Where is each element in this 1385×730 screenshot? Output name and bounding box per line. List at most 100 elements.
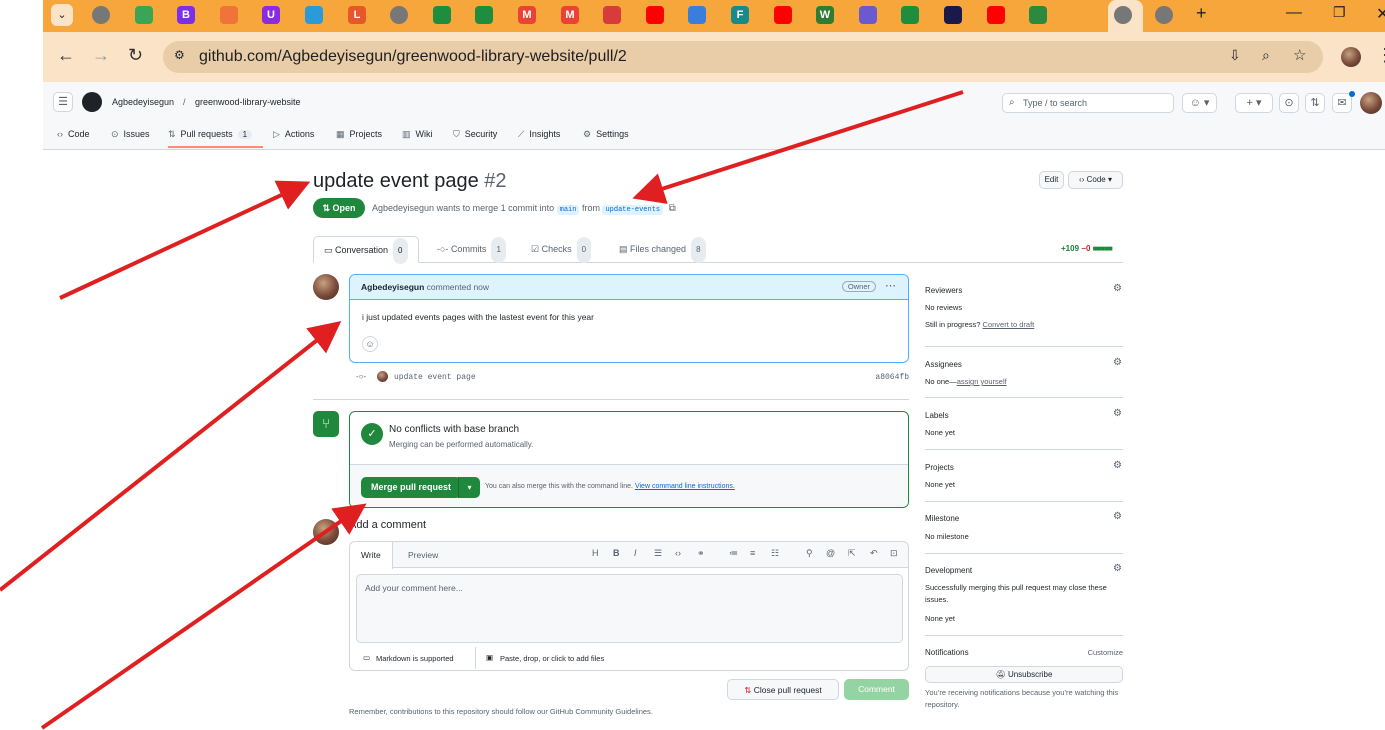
preview-tab[interactable]: Preview bbox=[397, 542, 449, 568]
code-icon[interactable]: ‹› bbox=[675, 548, 681, 558]
comment-meta[interactable]: commented now bbox=[427, 282, 489, 292]
address-bar[interactable]: ⚙ github.com/Agbedeyisegun/greenwood-lib… bbox=[163, 41, 1323, 73]
gmail-icon[interactable]: M bbox=[561, 6, 579, 24]
head-branch[interactable]: update-events bbox=[602, 205, 664, 215]
edit-title-button[interactable]: Edit bbox=[1039, 171, 1064, 189]
labels-gear-icon[interactable]: ⚙ bbox=[1113, 408, 1122, 419]
link-icon[interactable]: ⚭ bbox=[697, 548, 705, 559]
sheets-icon[interactable] bbox=[901, 6, 919, 24]
reference-icon[interactable]: ⇱ bbox=[848, 548, 856, 559]
tab-favicon[interactable]: L bbox=[348, 6, 366, 24]
merge-options-caret-icon[interactable]: ▾ bbox=[458, 477, 480, 498]
assignees-title[interactable]: Assignees bbox=[925, 360, 962, 369]
nav-security[interactable]: ⛉ Security bbox=[453, 129, 497, 140]
forward-icon[interactable]: → bbox=[92, 45, 110, 66]
close-pull-request-button[interactable]: ⇅ Close pull request bbox=[727, 679, 839, 700]
tab-favicon[interactable] bbox=[944, 6, 962, 24]
comment-menu-icon[interactable]: ⋯ bbox=[885, 279, 896, 292]
nav-wiki[interactable]: ▥ Wiki bbox=[402, 129, 433, 140]
create-new-icon[interactable]: + ▾ bbox=[1235, 93, 1273, 113]
tab-favicon[interactable] bbox=[859, 6, 877, 24]
tab-favicon[interactable] bbox=[688, 6, 706, 24]
copy-icon[interactable]: ⧉ bbox=[669, 203, 676, 214]
unsubscribe-button[interactable]: 🔕︎ Unsubscribe bbox=[925, 666, 1123, 683]
numbered-list-icon[interactable]: ≔ bbox=[729, 548, 738, 559]
heading-icon[interactable]: H bbox=[592, 548, 599, 558]
tab-favicon[interactable] bbox=[220, 6, 238, 24]
command-line-instructions-link[interactable]: View command line instructions. bbox=[635, 483, 735, 490]
add-reaction-icon[interactable]: ☺ bbox=[362, 336, 378, 352]
new-comment-avatar[interactable] bbox=[313, 519, 339, 545]
attach-icon[interactable]: ⚲ bbox=[806, 548, 813, 559]
close-window-icon[interactable]: ✕ bbox=[1376, 4, 1385, 24]
development-gear-icon[interactable]: ⚙ bbox=[1113, 563, 1122, 574]
write-tab[interactable]: Write bbox=[350, 542, 393, 569]
globe-icon[interactable] bbox=[390, 6, 408, 24]
pull-requests-icon[interactable]: ⇅ bbox=[1305, 93, 1325, 113]
zoom-icon[interactable]: ⌕ bbox=[1262, 47, 1270, 64]
attach-files-link[interactable]: Paste, drop, or click to add files bbox=[500, 654, 604, 663]
undo-icon[interactable]: ↶ bbox=[870, 548, 878, 559]
nav-settings[interactable]: ⚙ Settings bbox=[583, 129, 629, 140]
task-list-icon[interactable]: ☷ bbox=[771, 548, 779, 559]
assign-yourself-link[interactable]: assign yourself bbox=[957, 377, 1007, 386]
reviewers-gear-icon[interactable]: ⚙ bbox=[1113, 283, 1122, 294]
comment-submit-button[interactable]: Comment bbox=[844, 679, 909, 700]
new-tab-icon[interactable]: + bbox=[1196, 3, 1207, 24]
sheets-icon[interactable] bbox=[433, 6, 451, 24]
labels-title[interactable]: Labels bbox=[925, 411, 949, 420]
commit-message[interactable]: update event page bbox=[394, 373, 476, 382]
reload-icon[interactable]: ↻ bbox=[128, 45, 143, 66]
nav-insights[interactable]: ⟋ Insights bbox=[518, 129, 560, 140]
fullscreen-icon[interactable]: ⊡ bbox=[890, 548, 898, 559]
tab-files-changed[interactable]: ▤ Files changed 8 bbox=[619, 236, 706, 263]
globe-icon[interactable] bbox=[92, 6, 110, 24]
copilot-icon[interactable]: ☺ ▾ bbox=[1182, 93, 1217, 113]
italic-icon[interactable]: I bbox=[634, 548, 637, 558]
site-info-icon[interactable]: ⚙ bbox=[174, 48, 185, 62]
profile-avatar[interactable] bbox=[1341, 47, 1361, 67]
tab-favicon[interactable]: W bbox=[816, 6, 834, 24]
quote-icon[interactable]: ☰ bbox=[654, 548, 662, 559]
repo-name-link[interactable]: greenwood-library-website bbox=[195, 97, 301, 107]
nav-projects[interactable]: ▦ Projects bbox=[336, 129, 382, 140]
tab-conversation[interactable]: ▭ Conversation 0 bbox=[313, 236, 419, 264]
bold-icon[interactable]: B bbox=[613, 548, 620, 558]
tab-favicon[interactable] bbox=[1029, 6, 1047, 24]
github-logo-icon[interactable] bbox=[82, 92, 102, 112]
development-title[interactable]: Development bbox=[925, 566, 972, 575]
browser-menu-icon[interactable]: ⋮ bbox=[1376, 45, 1385, 66]
assignees-gear-icon[interactable]: ⚙ bbox=[1113, 357, 1122, 368]
bootstrap-icon[interactable]: B bbox=[177, 6, 195, 24]
tab-favicon[interactable]: U bbox=[262, 6, 280, 24]
tab-search-button[interactable]: ⌄ bbox=[51, 4, 73, 26]
commit-sha[interactable]: a8064fb bbox=[875, 373, 909, 382]
tab-favicon[interactable] bbox=[305, 6, 323, 24]
code-dropdown-button[interactable]: ‹› Code ▾ bbox=[1068, 171, 1123, 189]
merge-pull-request-button[interactable]: Merge pull request bbox=[361, 477, 462, 498]
youtube-icon[interactable] bbox=[774, 6, 792, 24]
nav-issues[interactable]: ⊙ Issues bbox=[111, 129, 150, 140]
youtube-icon[interactable] bbox=[646, 6, 664, 24]
nav-pull-requests[interactable]: ⇅ Pull requests 1 bbox=[168, 129, 253, 140]
gmail-icon[interactable]: M bbox=[518, 6, 536, 24]
repo-owner-link[interactable]: Agbedeyisegun bbox=[112, 97, 174, 107]
minimize-icon[interactable]: — bbox=[1286, 4, 1302, 22]
youtube-icon[interactable] bbox=[987, 6, 1005, 24]
globe-icon[interactable] bbox=[1114, 6, 1132, 24]
bulleted-list-icon[interactable]: ≡ bbox=[750, 548, 755, 558]
nav-code[interactable]: ‹› Code bbox=[57, 129, 90, 139]
tab-favicon[interactable] bbox=[135, 6, 153, 24]
comment-textarea[interactable]: Add your comment here... bbox=[356, 574, 903, 643]
convert-to-draft-link[interactable]: Convert to draft bbox=[983, 320, 1035, 329]
milestone-title[interactable]: Milestone bbox=[925, 514, 959, 523]
projects-title[interactable]: Projects bbox=[925, 463, 954, 472]
issues-icon[interactable]: ⊙ bbox=[1279, 93, 1299, 113]
reviewers-title[interactable]: Reviewers bbox=[925, 286, 962, 295]
tab-favicon[interactable]: F bbox=[731, 6, 749, 24]
hamburger-menu-icon[interactable]: ☰ bbox=[53, 92, 73, 112]
customize-link[interactable]: Customize bbox=[1088, 648, 1123, 657]
search-input[interactable]: ⌕ Type / to search bbox=[1002, 93, 1174, 113]
back-icon[interactable]: ← bbox=[57, 45, 75, 66]
bookmark-star-icon[interactable]: ☆ bbox=[1293, 46, 1306, 64]
